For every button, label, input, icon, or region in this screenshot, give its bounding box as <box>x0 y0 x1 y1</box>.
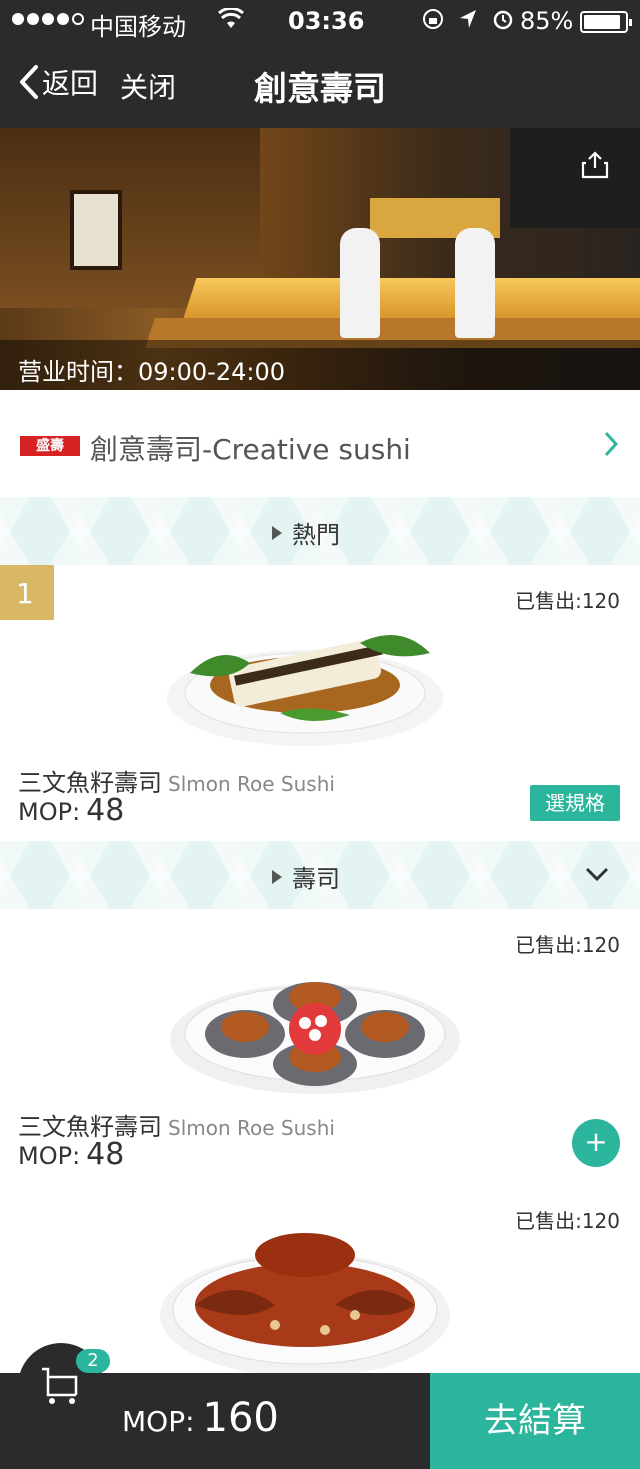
category-header-sushi[interactable]: 壽司 <box>0 841 640 909</box>
dish-photo <box>170 982 460 1094</box>
dish-photo <box>160 1233 450 1373</box>
battery-icon <box>580 11 632 33</box>
chevron-right-icon <box>602 430 620 462</box>
chevron-down-icon[interactable] <box>584 865 610 887</box>
page-title: 創意壽司 <box>254 69 386 108</box>
shop-name: 創意壽司-Creative sushi <box>90 433 411 466</box>
shop-logo: 盛壽 <box>20 436 80 456</box>
category-header-hot[interactable]: 熱門 <box>0 497 640 565</box>
cart-icon <box>42 1367 78 1404</box>
dish-price: MOP: 48 <box>18 793 124 828</box>
location-icon <box>458 8 478 36</box>
sold-count: 已售出:120 <box>515 1209 620 1233</box>
rotation-lock-icon <box>422 8 444 36</box>
cart-count-badge: 2 <box>76 1349 110 1373</box>
signal-strength-icon <box>12 13 84 25</box>
cart-total: MOP: 160 <box>122 1395 279 1441</box>
cart-button[interactable]: 2 <box>18 1343 110 1429</box>
menu-item[interactable]: 1 已售出:120 三文魚籽壽司 Slmon Roe Sushi MOP: 48 選… <box>0 565 640 841</box>
play-triangle-icon <box>272 869 282 884</box>
clock: 03:36 <box>288 7 365 35</box>
price-amount: 48 <box>86 793 125 828</box>
category-label: 壽司 <box>292 865 340 893</box>
nav-bar: 返回 关闭 創意壽司 <box>0 42 640 128</box>
carrier-label: 中国移动 <box>90 13 186 41</box>
rank-badge: 1 <box>0 565 54 620</box>
shop-info-row[interactable]: 盛壽 創意壽司-Creative sushi <box>0 390 640 497</box>
dish-photo <box>167 635 443 746</box>
total-currency: MOP: <box>122 1405 195 1438</box>
add-to-cart-button[interactable]: + <box>572 1119 620 1167</box>
menu-item[interactable]: 已售出:120 三文魚籽壽司 Slmon Roe Sushi MOP: 48 + <box>0 909 640 1185</box>
alarm-icon <box>492 8 514 36</box>
sold-count: 已售出:120 <box>515 933 620 957</box>
hero-image: 营业时间：09:00-24:00 <box>0 128 640 390</box>
menu-item[interactable]: 已售出:120 <box>0 1185 640 1373</box>
choose-spec-button[interactable]: 選規格 <box>530 785 620 821</box>
play-triangle-icon <box>272 525 282 540</box>
total-amount: 160 <box>202 1395 279 1441</box>
price-currency: MOP: <box>18 1142 81 1170</box>
price-amount: 48 <box>86 1137 125 1172</box>
share-icon[interactable] <box>580 150 610 184</box>
price-currency: MOP: <box>18 798 81 826</box>
sold-count: 已售出:120 <box>515 589 620 613</box>
dish-name-en: Slmon Roe Sushi <box>168 1116 335 1140</box>
checkout-button[interactable]: 去結算 <box>430 1373 640 1469</box>
dish-name-en: Slmon Roe Sushi <box>168 772 335 796</box>
category-label: 熱門 <box>292 521 340 549</box>
wifi-icon <box>218 6 244 36</box>
dish-price: MOP: 48 <box>18 1137 124 1172</box>
opening-hours: 营业时间：09:00-24:00 <box>0 340 640 390</box>
status-bar: 中国移动 03:36 85% <box>0 0 640 42</box>
battery-percent: 85% <box>520 7 574 35</box>
